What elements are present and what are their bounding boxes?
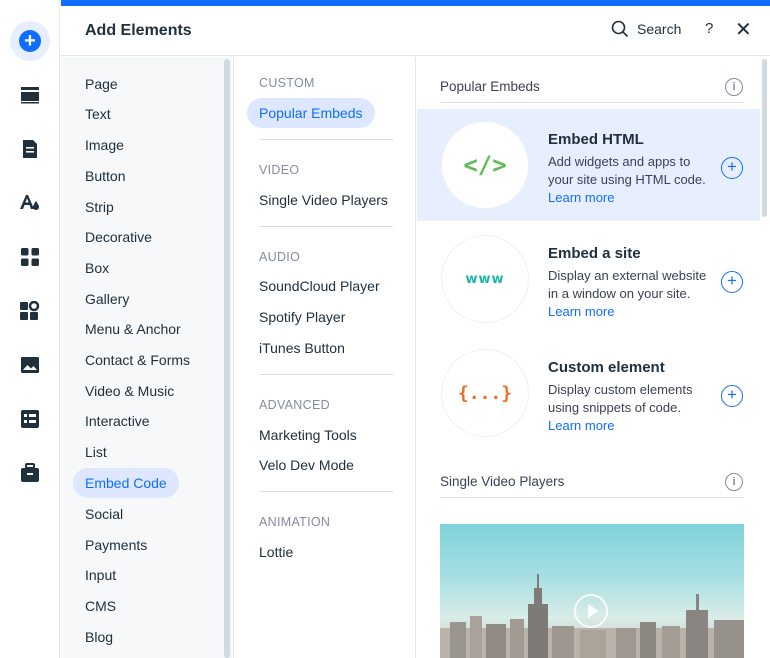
card-embed-site[interactable]: www Embed a site Display an external web… xyxy=(417,223,760,335)
category-image[interactable]: Image xyxy=(73,130,136,160)
left-rail: + xyxy=(0,0,60,658)
divider xyxy=(259,374,393,375)
divider xyxy=(440,497,744,498)
sub-single-video-players[interactable]: Single Video Players xyxy=(259,192,388,208)
media-icon xyxy=(21,357,39,373)
pages-icon xyxy=(23,140,37,158)
category-page[interactable]: Page xyxy=(73,69,130,99)
add-icon: + xyxy=(10,21,50,61)
apps-button[interactable] xyxy=(8,237,52,277)
category-box[interactable]: Box xyxy=(73,253,121,283)
panel-header: Add Elements Search ? ✕ xyxy=(61,6,770,56)
section-title-popular-embeds: Popular Embeds xyxy=(440,79,540,94)
category-contact-forms[interactable]: Contact & Forms xyxy=(73,345,202,375)
search-label: Search xyxy=(637,21,682,37)
category-list: Page Text Image Button Strip Decorative … xyxy=(61,57,231,658)
play-icon[interactable] xyxy=(574,594,608,628)
scrollbar-thumb[interactable] xyxy=(224,59,230,658)
content-scrollbar[interactable] xyxy=(760,57,770,658)
category-gallery[interactable]: Gallery xyxy=(73,284,141,314)
panel-title: Add Elements xyxy=(85,22,192,39)
sub-soundcloud-player[interactable]: SoundCloud Player xyxy=(259,278,380,294)
search-icon xyxy=(611,20,629,38)
category-interactive[interactable]: Interactive xyxy=(73,406,162,436)
sub-itunes-button[interactable]: iTunes Button xyxy=(259,340,345,356)
category-button[interactable]: Button xyxy=(73,161,137,191)
card-title: Embed a site xyxy=(548,245,641,262)
business-icon xyxy=(20,301,40,320)
category-list[interactable]: List xyxy=(73,437,119,467)
card-description: Add widgets and apps to your site using … xyxy=(548,154,706,205)
category-decorative[interactable]: Decorative xyxy=(73,222,164,252)
card-embed-html[interactable]: </> Embed HTML Add widgets and apps to y… xyxy=(417,109,760,221)
category-social[interactable]: Social xyxy=(73,499,135,529)
cms-button[interactable] xyxy=(8,399,52,439)
learn-more-link[interactable]: Learn more xyxy=(548,190,614,205)
category-menu-anchor[interactable]: Menu & Anchor xyxy=(73,314,193,344)
info-icon[interactable]: i xyxy=(725,473,743,491)
sub-popular-embeds[interactable]: Popular Embeds xyxy=(247,98,375,128)
add-elements-button[interactable]: + xyxy=(8,21,52,61)
add-icon[interactable]: + xyxy=(721,157,743,179)
section-custom: CUSTOM xyxy=(259,76,315,90)
section-title-single-video-players: Single Video Players xyxy=(440,474,565,489)
business-button[interactable] xyxy=(8,291,52,331)
category-cms[interactable]: CMS xyxy=(73,591,128,621)
category-scrollbar[interactable] xyxy=(222,57,232,658)
sub-lottie[interactable]: Lottie xyxy=(259,544,293,560)
section-audio: AUDIO xyxy=(259,250,301,264)
learn-more-link[interactable]: Learn more xyxy=(548,304,614,319)
portfolio-icon xyxy=(21,463,39,482)
sub-spotify-player[interactable]: Spotify Player xyxy=(259,309,345,325)
card-description: Display an external website in a window … xyxy=(548,268,707,319)
section-advanced: ADVANCED xyxy=(259,398,330,412)
category-input[interactable]: Input xyxy=(73,560,128,590)
card-custom-element[interactable]: {...} Custom element Display custom elem… xyxy=(417,337,760,449)
section-animation: ANIMATION xyxy=(259,515,331,529)
subcategory-list: CUSTOM Popular Embeds VIDEO Single Video… xyxy=(233,57,416,658)
app-root: + Add Elements Search ? ✕ Page Text Imag… xyxy=(0,0,770,658)
card-description: Display custom elements using snippets o… xyxy=(548,382,693,433)
add-icon[interactable]: + xyxy=(721,385,743,407)
category-payments[interactable]: Payments xyxy=(73,530,159,560)
apps-icon xyxy=(21,248,39,266)
section-video: VIDEO xyxy=(259,163,300,177)
category-text[interactable]: Text xyxy=(73,99,123,129)
learn-more-link[interactable]: Learn more xyxy=(548,418,614,433)
add-elements-panel: Add Elements Search ? ✕ Page Text Image … xyxy=(61,0,770,658)
category-video-music[interactable]: Video & Music xyxy=(73,376,186,406)
sub-marketing-tools[interactable]: Marketing Tools xyxy=(259,427,357,443)
portfolio-button[interactable] xyxy=(8,453,52,493)
theme-button[interactable] xyxy=(8,183,52,223)
media-button[interactable] xyxy=(8,345,52,385)
category-strip[interactable]: Strip xyxy=(73,192,126,222)
card-title: Embed HTML xyxy=(548,131,644,148)
sub-velo-dev-mode[interactable]: Velo Dev Mode xyxy=(259,457,354,473)
category-embed-code[interactable]: Embed Code xyxy=(73,468,179,498)
www-icon: www xyxy=(442,236,528,322)
sections-icon xyxy=(21,87,39,104)
help-button[interactable]: ? xyxy=(705,20,713,37)
category-blog[interactable]: Blog xyxy=(73,622,125,652)
divider xyxy=(259,226,393,227)
video-player-preview[interactable] xyxy=(440,524,744,658)
scrollbar-thumb[interactable] xyxy=(762,59,767,217)
divider xyxy=(259,491,393,492)
add-icon[interactable]: + xyxy=(721,271,743,293)
info-icon[interactable]: i xyxy=(725,78,743,96)
close-icon[interactable]: ✕ xyxy=(735,17,752,42)
divider xyxy=(259,139,393,140)
card-title: Custom element xyxy=(548,359,665,376)
braces-icon: {...} xyxy=(442,350,528,436)
cms-icon xyxy=(21,410,39,428)
sections-button[interactable] xyxy=(8,75,52,115)
theme-icon xyxy=(20,195,39,210)
pages-button[interactable] xyxy=(8,129,52,169)
divider xyxy=(440,102,744,103)
element-content: Popular Embeds i </> Embed HTML Add widg… xyxy=(417,57,770,658)
city-skyline-image xyxy=(440,574,744,658)
code-icon: </> xyxy=(442,122,528,208)
search-button[interactable]: Search xyxy=(611,20,681,38)
